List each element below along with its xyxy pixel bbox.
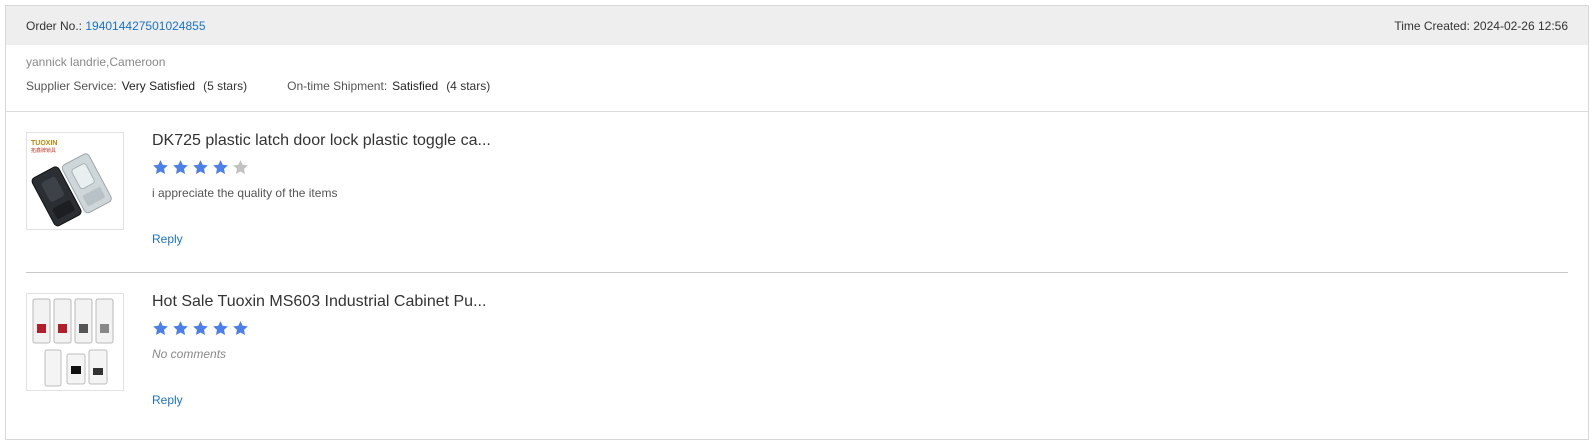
brand-logo-sub: 拓鑫牌锁具	[31, 147, 56, 154]
product-thumbnail[interactable]: TUOXIN 拓鑫牌锁具	[26, 132, 124, 230]
product-rating-stars	[152, 320, 1568, 337]
star-empty-icon	[233, 160, 248, 175]
cabinet-handle-product-image	[32, 298, 114, 387]
star-filled-icon	[153, 160, 168, 175]
review-content: DK725 plastic latch door lock plastic to…	[152, 112, 1568, 246]
brand-logo-text: TUOXIN	[31, 140, 57, 147]
product-thumbnail[interactable]	[26, 293, 124, 391]
time-created-value: 2024-02-26 12:56	[1473, 18, 1568, 33]
order-ratings: Supplier Service: Very Satisfied (5 star…	[26, 79, 1568, 93]
star-filled-icon	[193, 321, 208, 336]
buyer-name: yannick landrie,Cameroon	[26, 55, 166, 69]
star-filled-icon	[173, 321, 188, 336]
reply-link[interactable]: Reply	[152, 393, 183, 407]
star-filled-icon	[193, 160, 208, 175]
supplier-service-value: Very Satisfied	[121, 79, 196, 93]
product-title[interactable]: DK725 plastic latch door lock plastic to…	[152, 131, 1568, 151]
star-filled-icon	[213, 160, 228, 175]
handle-group	[32, 298, 114, 344]
supplier-service-rating: Supplier Service: Very Satisfied (5 star…	[26, 79, 247, 93]
shipment-rating: On-time Shipment: Satisfied (4 stars)	[287, 79, 490, 93]
star-filled-icon	[153, 321, 168, 336]
order-number-link[interactable]: 194014427501024855	[85, 19, 205, 33]
review-content: Hot Sale Tuoxin MS603 Industrial Cabinet…	[152, 273, 1568, 407]
product-title[interactable]: Hot Sale Tuoxin MS603 Industrial Cabinet…	[152, 292, 1568, 312]
shipment-label: On-time Shipment:	[287, 79, 388, 93]
time-created-label: Time Created:	[1394, 18, 1470, 33]
shipment-stars: (4 stars)	[446, 79, 491, 93]
review-card: Order No.: 194014427501024855 Time Creat…	[5, 5, 1589, 440]
star-filled-icon	[213, 321, 228, 336]
supplier-service-stars: (5 stars)	[203, 79, 248, 93]
latch-product-image: TUOXIN 拓鑫牌锁具	[31, 140, 112, 227]
star-filled-icon	[233, 321, 248, 336]
review-item: TUOXIN 拓鑫牌锁具 DK725 plastic latch door lo…	[26, 112, 1568, 273]
reply-link[interactable]: Reply	[152, 232, 183, 246]
buyer-info: yannick landrie,Cameroon Supplier Servic…	[6, 45, 1588, 112]
star-filled-icon	[173, 160, 188, 175]
order-number-group: Order No.: 194014427501024855	[26, 19, 206, 33]
order-header: Order No.: 194014427501024855 Time Creat…	[6, 6, 1588, 45]
shipment-value: Satisfied	[392, 79, 439, 93]
review-item: Hot Sale Tuoxin MS603 Industrial Cabinet…	[26, 273, 1568, 433]
review-comment: No comments	[152, 347, 227, 361]
product-rating-stars	[152, 159, 1568, 176]
time-created-group: Time Created: 2024-02-26 12:56	[1394, 19, 1568, 33]
review-comment: i appreciate the quality of the items	[152, 186, 338, 200]
supplier-service-label: Supplier Service:	[26, 79, 117, 93]
order-number-label: Order No.:	[26, 18, 83, 33]
